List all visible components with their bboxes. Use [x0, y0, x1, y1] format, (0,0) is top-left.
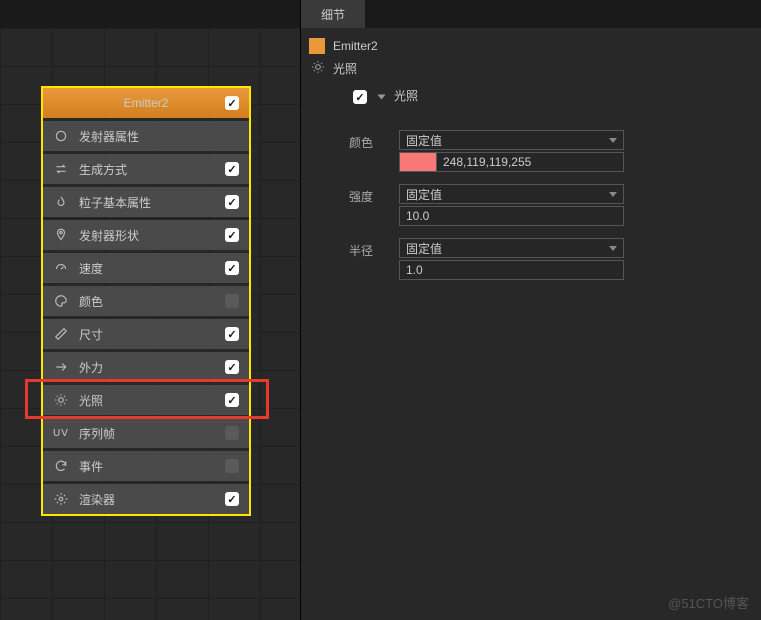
module-checkbox[interactable] — [225, 360, 239, 374]
detail-subtitle: 光照 — [333, 60, 357, 77]
section-title: 光照 — [394, 87, 418, 104]
flame-icon — [53, 194, 69, 210]
module-row-6[interactable]: 尺寸 — [43, 319, 249, 349]
module-row-5[interactable]: 颜色 — [43, 286, 249, 316]
mode-dropdown[interactable]: 固定值 — [399, 184, 624, 204]
emitter-header[interactable]: Emitter2 — [43, 88, 249, 118]
pin-icon — [53, 227, 69, 243]
module-label: 发射器形状 — [79, 227, 139, 244]
module-checkbox[interactable] — [225, 393, 239, 407]
mode-dropdown[interactable]: 固定值 — [399, 238, 624, 258]
property-label: 强度 — [323, 184, 399, 205]
module-label: 事件 — [79, 458, 103, 475]
circle-icon — [53, 128, 69, 144]
expand-icon[interactable] — [378, 95, 386, 100]
module-row-11[interactable]: 渲染器 — [43, 484, 249, 514]
module-checkbox[interactable] — [225, 261, 239, 275]
module-label: 速度 — [79, 260, 103, 277]
module-label: 外力 — [79, 359, 103, 376]
value-input[interactable]: 1.0 — [399, 260, 624, 280]
module-row-7[interactable]: 外力 — [43, 352, 249, 382]
color-value[interactable]: 248,119,119,255 — [437, 152, 624, 172]
gear-icon — [53, 491, 69, 507]
module-row-2[interactable]: 粒子基本属性 — [43, 187, 249, 217]
emitter-enable-checkbox[interactable] — [225, 96, 239, 110]
mode-dropdown[interactable]: 固定值 — [399, 130, 624, 150]
module-label: 颜色 — [79, 293, 103, 310]
emitter-title: Emitter2 — [124, 96, 169, 110]
module-checkbox[interactable] — [225, 492, 239, 506]
emitter-color-swatch — [309, 38, 325, 54]
module-row-10[interactable]: 事件 — [43, 451, 249, 481]
module-row-3[interactable]: 发射器形状 — [43, 220, 249, 250]
module-checkbox[interactable] — [225, 294, 239, 308]
module-row-8[interactable]: 光照 — [43, 385, 249, 415]
detail-title: Emitter2 — [333, 39, 378, 53]
tab-details[interactable]: 细节 — [301, 0, 366, 28]
module-row-4[interactable]: 速度 — [43, 253, 249, 283]
module-checkbox[interactable] — [225, 327, 239, 341]
tab-bar: 细节 — [301, 0, 761, 28]
property-label: 颜色 — [323, 130, 399, 151]
module-label: 渲染器 — [79, 491, 115, 508]
module-label: 尺寸 — [79, 326, 103, 343]
property-row-2: 半径固定值1.0 — [323, 238, 753, 288]
module-checkbox[interactable] — [225, 426, 239, 440]
sun-icon — [311, 60, 325, 77]
module-label: 光照 — [79, 392, 103, 409]
arrows-icon — [53, 359, 69, 375]
module-label: 序列帧 — [79, 425, 115, 442]
module-checkbox[interactable] — [225, 228, 239, 242]
uv-icon: UV — [53, 425, 69, 441]
watermark: @51CTO博客 — [668, 593, 749, 612]
details-panel: 细节 Emitter2 光照 光照 颜色固定值248,119,119,255强度… — [300, 0, 761, 620]
property-row-1: 强度固定值10.0 — [323, 184, 753, 234]
property-row-0: 颜色固定值248,119,119,255 — [323, 130, 753, 180]
color-swatch[interactable] — [399, 152, 437, 172]
module-checkbox[interactable] — [225, 195, 239, 209]
ruler-icon — [53, 326, 69, 342]
gauge-icon — [53, 260, 69, 276]
module-checkbox[interactable] — [225, 162, 239, 176]
module-row-0[interactable]: 发射器属性 — [43, 121, 249, 151]
property-label: 半径 — [323, 238, 399, 259]
value-input[interactable]: 10.0 — [399, 206, 624, 226]
refresh-icon — [53, 458, 69, 474]
module-checkbox[interactable] — [225, 459, 239, 473]
module-label: 发射器属性 — [79, 128, 139, 145]
swap-icon — [53, 161, 69, 177]
emitter-module-panel: Emitter2 发射器属性生成方式粒子基本属性发射器形状速度颜色尺寸外力光照 U… — [41, 86, 251, 516]
section-enable-checkbox[interactable] — [353, 90, 367, 104]
module-row-1[interactable]: 生成方式 — [43, 154, 249, 184]
module-row-9[interactable]: UV 序列帧 — [43, 418, 249, 448]
palette-icon — [53, 293, 69, 309]
module-label: 生成方式 — [79, 161, 127, 178]
module-label: 粒子基本属性 — [79, 194, 151, 211]
sun-icon — [53, 392, 69, 408]
